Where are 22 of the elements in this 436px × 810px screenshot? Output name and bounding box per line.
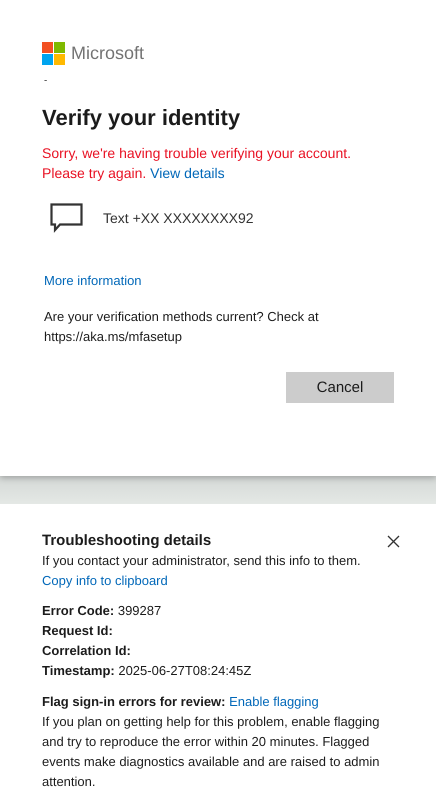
enable-flagging-link[interactable]: Enable flagging: [229, 694, 319, 709]
cancel-button[interactable]: Cancel: [286, 372, 394, 403]
view-details-link[interactable]: View details: [150, 165, 225, 181]
more-information-link[interactable]: More information: [44, 273, 142, 288]
chat-bubble-icon: [50, 203, 83, 233]
troubleshooting-intro: If you contact your administrator, send this info to them.: [42, 552, 362, 570]
error-message: Sorry, we're having trouble verifying your account. Please try again. View details: [42, 144, 352, 183]
detail-field: Error Code: 399287: [42, 601, 400, 621]
page-title: Verify your identity: [42, 105, 242, 131]
logo-icon: [42, 42, 65, 65]
flag-label: Flag sign-in errors for review: Enable flagging: [42, 693, 320, 711]
verification-method[interactable]: Text +XX XXXXXXXX92: [50, 199, 394, 237]
flagging-note: If you plan on getting help for this problem, enable flagging and try to reproduce the error within 20 minutes. Flagged events make diagnostics available and are raised to admin attention.: [42, 713, 381, 791]
detail-field: Correlation Id:: [42, 641, 400, 661]
close-icon[interactable]: [387, 534, 400, 548]
account-hint: -: [44, 76, 48, 86]
verification-note: Are your verification methods current? Check at https://aka.ms/mfasetup: [44, 308, 320, 346]
copy-info-link[interactable]: Copy info to clipboard: [42, 573, 168, 588]
detail-field: Request Id:: [42, 621, 400, 641]
brand-name: Microsoft: [71, 43, 144, 64]
detail-field: Timestamp: 2025-06-27T08:24:45Z: [42, 661, 400, 681]
troubleshooting-title: Troubleshooting details: [42, 531, 212, 551]
